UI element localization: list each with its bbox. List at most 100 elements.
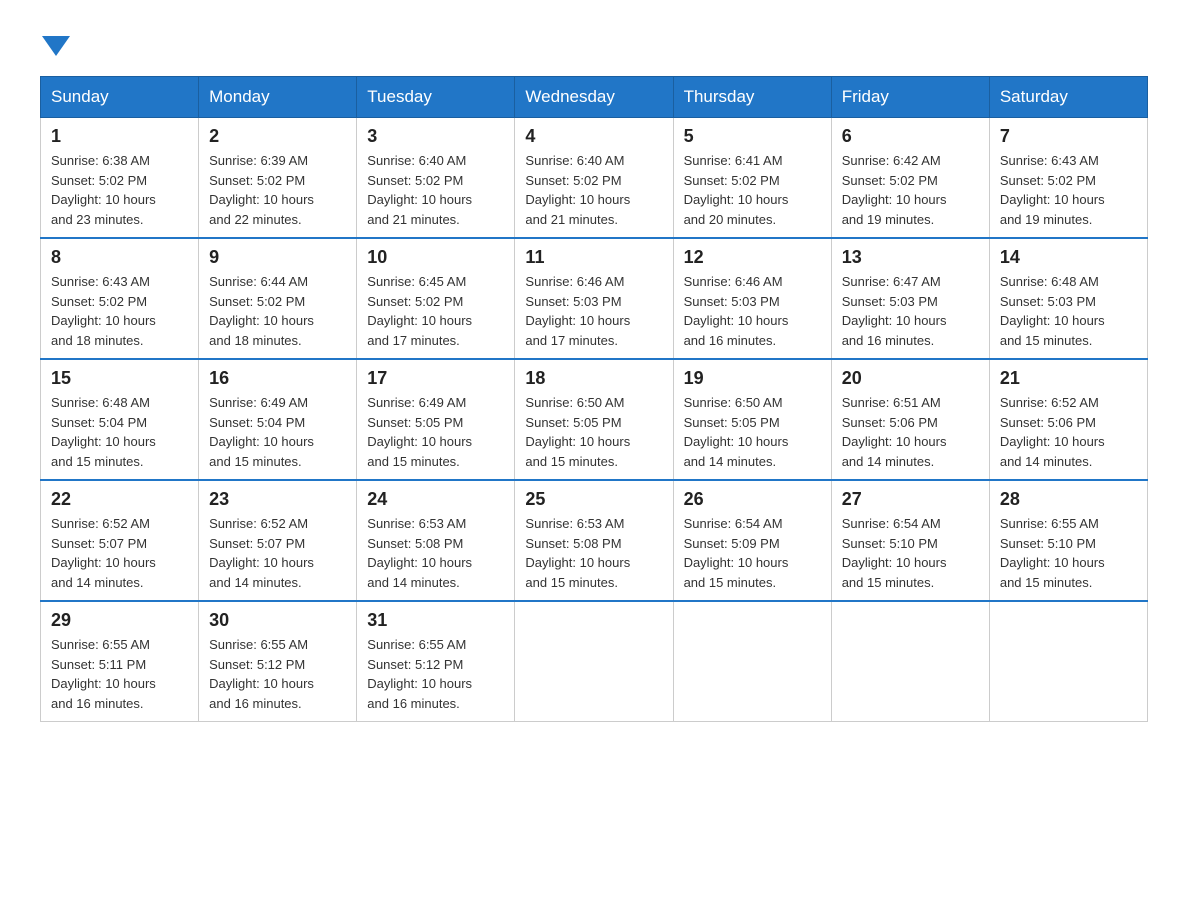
day-info: Sunrise: 6:49 AM Sunset: 5:04 PM Dayligh… bbox=[209, 393, 346, 471]
calendar-cell: 29 Sunrise: 6:55 AM Sunset: 5:11 PM Dayl… bbox=[41, 601, 199, 722]
day-number: 3 bbox=[367, 126, 504, 147]
calendar-cell bbox=[515, 601, 673, 722]
day-number: 8 bbox=[51, 247, 188, 268]
day-info: Sunrise: 6:55 AM Sunset: 5:10 PM Dayligh… bbox=[1000, 514, 1137, 592]
weekday-header-saturday: Saturday bbox=[989, 77, 1147, 118]
calendar-cell: 11 Sunrise: 6:46 AM Sunset: 5:03 PM Dayl… bbox=[515, 238, 673, 359]
calendar-cell bbox=[831, 601, 989, 722]
day-info: Sunrise: 6:54 AM Sunset: 5:10 PM Dayligh… bbox=[842, 514, 979, 592]
calendar-cell: 5 Sunrise: 6:41 AM Sunset: 5:02 PM Dayli… bbox=[673, 118, 831, 239]
day-info: Sunrise: 6:39 AM Sunset: 5:02 PM Dayligh… bbox=[209, 151, 346, 229]
day-info: Sunrise: 6:40 AM Sunset: 5:02 PM Dayligh… bbox=[525, 151, 662, 229]
calendar-table: SundayMondayTuesdayWednesdayThursdayFrid… bbox=[40, 76, 1148, 722]
day-info: Sunrise: 6:54 AM Sunset: 5:09 PM Dayligh… bbox=[684, 514, 821, 592]
day-info: Sunrise: 6:48 AM Sunset: 5:04 PM Dayligh… bbox=[51, 393, 188, 471]
calendar-cell: 18 Sunrise: 6:50 AM Sunset: 5:05 PM Dayl… bbox=[515, 359, 673, 480]
day-number: 31 bbox=[367, 610, 504, 631]
day-info: Sunrise: 6:40 AM Sunset: 5:02 PM Dayligh… bbox=[367, 151, 504, 229]
day-info: Sunrise: 6:50 AM Sunset: 5:05 PM Dayligh… bbox=[684, 393, 821, 471]
day-info: Sunrise: 6:46 AM Sunset: 5:03 PM Dayligh… bbox=[525, 272, 662, 350]
day-info: Sunrise: 6:38 AM Sunset: 5:02 PM Dayligh… bbox=[51, 151, 188, 229]
day-number: 20 bbox=[842, 368, 979, 389]
calendar-week-row: 1 Sunrise: 6:38 AM Sunset: 5:02 PM Dayli… bbox=[41, 118, 1148, 239]
day-number: 16 bbox=[209, 368, 346, 389]
page-header bbox=[40, 30, 1148, 56]
day-number: 7 bbox=[1000, 126, 1137, 147]
calendar-cell: 4 Sunrise: 6:40 AM Sunset: 5:02 PM Dayli… bbox=[515, 118, 673, 239]
day-info: Sunrise: 6:51 AM Sunset: 5:06 PM Dayligh… bbox=[842, 393, 979, 471]
calendar-cell: 22 Sunrise: 6:52 AM Sunset: 5:07 PM Dayl… bbox=[41, 480, 199, 601]
day-number: 25 bbox=[525, 489, 662, 510]
calendar-week-row: 22 Sunrise: 6:52 AM Sunset: 5:07 PM Dayl… bbox=[41, 480, 1148, 601]
logo bbox=[40, 30, 70, 56]
calendar-cell: 26 Sunrise: 6:54 AM Sunset: 5:09 PM Dayl… bbox=[673, 480, 831, 601]
day-info: Sunrise: 6:53 AM Sunset: 5:08 PM Dayligh… bbox=[525, 514, 662, 592]
day-info: Sunrise: 6:44 AM Sunset: 5:02 PM Dayligh… bbox=[209, 272, 346, 350]
day-number: 21 bbox=[1000, 368, 1137, 389]
calendar-cell: 21 Sunrise: 6:52 AM Sunset: 5:06 PM Dayl… bbox=[989, 359, 1147, 480]
day-number: 23 bbox=[209, 489, 346, 510]
calendar-cell: 31 Sunrise: 6:55 AM Sunset: 5:12 PM Dayl… bbox=[357, 601, 515, 722]
day-number: 9 bbox=[209, 247, 346, 268]
day-number: 13 bbox=[842, 247, 979, 268]
calendar-cell bbox=[989, 601, 1147, 722]
day-number: 6 bbox=[842, 126, 979, 147]
day-number: 15 bbox=[51, 368, 188, 389]
calendar-cell: 13 Sunrise: 6:47 AM Sunset: 5:03 PM Dayl… bbox=[831, 238, 989, 359]
day-info: Sunrise: 6:52 AM Sunset: 5:07 PM Dayligh… bbox=[51, 514, 188, 592]
calendar-cell: 25 Sunrise: 6:53 AM Sunset: 5:08 PM Dayl… bbox=[515, 480, 673, 601]
day-number: 24 bbox=[367, 489, 504, 510]
day-info: Sunrise: 6:41 AM Sunset: 5:02 PM Dayligh… bbox=[684, 151, 821, 229]
day-number: 14 bbox=[1000, 247, 1137, 268]
calendar-cell: 10 Sunrise: 6:45 AM Sunset: 5:02 PM Dayl… bbox=[357, 238, 515, 359]
day-number: 2 bbox=[209, 126, 346, 147]
day-number: 11 bbox=[525, 247, 662, 268]
weekday-header-sunday: Sunday bbox=[41, 77, 199, 118]
logo-triangle-icon bbox=[42, 36, 70, 56]
day-number: 19 bbox=[684, 368, 821, 389]
calendar-cell: 27 Sunrise: 6:54 AM Sunset: 5:10 PM Dayl… bbox=[831, 480, 989, 601]
calendar-cell: 17 Sunrise: 6:49 AM Sunset: 5:05 PM Dayl… bbox=[357, 359, 515, 480]
day-info: Sunrise: 6:49 AM Sunset: 5:05 PM Dayligh… bbox=[367, 393, 504, 471]
calendar-week-row: 29 Sunrise: 6:55 AM Sunset: 5:11 PM Dayl… bbox=[41, 601, 1148, 722]
calendar-cell: 15 Sunrise: 6:48 AM Sunset: 5:04 PM Dayl… bbox=[41, 359, 199, 480]
calendar-cell: 20 Sunrise: 6:51 AM Sunset: 5:06 PM Dayl… bbox=[831, 359, 989, 480]
day-info: Sunrise: 6:45 AM Sunset: 5:02 PM Dayligh… bbox=[367, 272, 504, 350]
day-info: Sunrise: 6:47 AM Sunset: 5:03 PM Dayligh… bbox=[842, 272, 979, 350]
day-number: 10 bbox=[367, 247, 504, 268]
weekday-header-wednesday: Wednesday bbox=[515, 77, 673, 118]
day-number: 22 bbox=[51, 489, 188, 510]
calendar-week-row: 8 Sunrise: 6:43 AM Sunset: 5:02 PM Dayli… bbox=[41, 238, 1148, 359]
calendar-cell bbox=[673, 601, 831, 722]
calendar-cell: 23 Sunrise: 6:52 AM Sunset: 5:07 PM Dayl… bbox=[199, 480, 357, 601]
calendar-cell: 6 Sunrise: 6:42 AM Sunset: 5:02 PM Dayli… bbox=[831, 118, 989, 239]
day-info: Sunrise: 6:50 AM Sunset: 5:05 PM Dayligh… bbox=[525, 393, 662, 471]
calendar-cell: 9 Sunrise: 6:44 AM Sunset: 5:02 PM Dayli… bbox=[199, 238, 357, 359]
day-info: Sunrise: 6:43 AM Sunset: 5:02 PM Dayligh… bbox=[51, 272, 188, 350]
calendar-cell: 1 Sunrise: 6:38 AM Sunset: 5:02 PM Dayli… bbox=[41, 118, 199, 239]
calendar-cell: 16 Sunrise: 6:49 AM Sunset: 5:04 PM Dayl… bbox=[199, 359, 357, 480]
day-number: 17 bbox=[367, 368, 504, 389]
weekday-header-friday: Friday bbox=[831, 77, 989, 118]
weekday-header-tuesday: Tuesday bbox=[357, 77, 515, 118]
day-info: Sunrise: 6:43 AM Sunset: 5:02 PM Dayligh… bbox=[1000, 151, 1137, 229]
calendar-cell: 12 Sunrise: 6:46 AM Sunset: 5:03 PM Dayl… bbox=[673, 238, 831, 359]
calendar-cell: 2 Sunrise: 6:39 AM Sunset: 5:02 PM Dayli… bbox=[199, 118, 357, 239]
day-info: Sunrise: 6:52 AM Sunset: 5:06 PM Dayligh… bbox=[1000, 393, 1137, 471]
day-info: Sunrise: 6:55 AM Sunset: 5:11 PM Dayligh… bbox=[51, 635, 188, 713]
weekday-header-thursday: Thursday bbox=[673, 77, 831, 118]
calendar-cell: 14 Sunrise: 6:48 AM Sunset: 5:03 PM Dayl… bbox=[989, 238, 1147, 359]
day-info: Sunrise: 6:55 AM Sunset: 5:12 PM Dayligh… bbox=[367, 635, 504, 713]
calendar-cell: 7 Sunrise: 6:43 AM Sunset: 5:02 PM Dayli… bbox=[989, 118, 1147, 239]
day-number: 26 bbox=[684, 489, 821, 510]
day-info: Sunrise: 6:52 AM Sunset: 5:07 PM Dayligh… bbox=[209, 514, 346, 592]
calendar-cell: 8 Sunrise: 6:43 AM Sunset: 5:02 PM Dayli… bbox=[41, 238, 199, 359]
day-number: 27 bbox=[842, 489, 979, 510]
calendar-cell: 28 Sunrise: 6:55 AM Sunset: 5:10 PM Dayl… bbox=[989, 480, 1147, 601]
day-number: 1 bbox=[51, 126, 188, 147]
calendar-cell: 3 Sunrise: 6:40 AM Sunset: 5:02 PM Dayli… bbox=[357, 118, 515, 239]
calendar-week-row: 15 Sunrise: 6:48 AM Sunset: 5:04 PM Dayl… bbox=[41, 359, 1148, 480]
weekday-header-monday: Monday bbox=[199, 77, 357, 118]
day-info: Sunrise: 6:46 AM Sunset: 5:03 PM Dayligh… bbox=[684, 272, 821, 350]
day-number: 5 bbox=[684, 126, 821, 147]
